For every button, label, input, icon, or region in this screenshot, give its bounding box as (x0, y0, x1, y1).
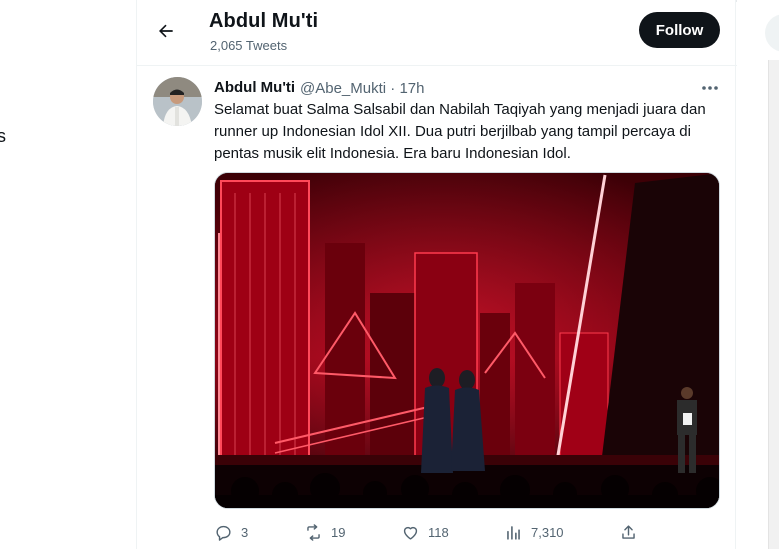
tweet-time[interactable]: 17h (399, 80, 424, 97)
tweet-author-name[interactable]: Abdul Mu'ti (214, 79, 295, 96)
profile-column: Abdul Mu'ti 2,065 Tweets Follow Abdul Mu… (136, 0, 737, 549)
reply-button[interactable]: 3 (214, 520, 248, 544)
avatar-photo (153, 77, 202, 126)
left-sidebar: s (0, 0, 137, 549)
profile-name-title: Abdul Mu'ti (209, 10, 319, 32)
avatar[interactable] (153, 77, 202, 126)
retweet-count: 19 (331, 524, 346, 540)
tweet-handle[interactable]: @Abe_Mukti (300, 80, 386, 97)
sidebar-partial-text: s (0, 126, 6, 146)
back-button[interactable] (149, 14, 183, 48)
header-divider (137, 65, 737, 66)
tweet-meta: @Abe_Mukti · 17h (300, 80, 424, 97)
reply-count: 3 (241, 524, 249, 540)
reply-icon (216, 525, 231, 541)
share-button[interactable] (619, 520, 638, 544)
heart-icon (403, 526, 418, 540)
views-button[interactable]: 7,310 (504, 520, 564, 544)
views-icon (507, 525, 520, 540)
retweet-button[interactable]: 19 (304, 520, 345, 544)
page: s Abdul Mu'ti 2,065 Tweets Follow Abdul … (0, 0, 779, 549)
tweet-media-image[interactable] (214, 172, 720, 509)
like-count: 118 (428, 524, 449, 540)
profile-header: Abdul Mu'ti 2,065 Tweets Follow (137, 2, 737, 65)
tweet-count: 2,065 Tweets (210, 38, 288, 53)
like-button[interactable]: 118 (401, 520, 449, 544)
meta-separator: · (390, 80, 396, 97)
more-dots-icon (702, 86, 718, 90)
tweet-actions: 3 19 118 7,310 (214, 520, 720, 544)
tweet-text: Selamat buat Salma Salsabil dan Nabilah … (214, 101, 706, 162)
arrow-left-icon (159, 24, 173, 38)
stage-photo (215, 173, 719, 508)
more-button[interactable] (698, 78, 722, 98)
retweet-icon (307, 523, 320, 541)
share-icon (622, 524, 635, 539)
scrollbar[interactable] (768, 60, 779, 549)
views-count: 7,310 (531, 524, 564, 540)
follow-button[interactable]: Follow (639, 12, 720, 48)
